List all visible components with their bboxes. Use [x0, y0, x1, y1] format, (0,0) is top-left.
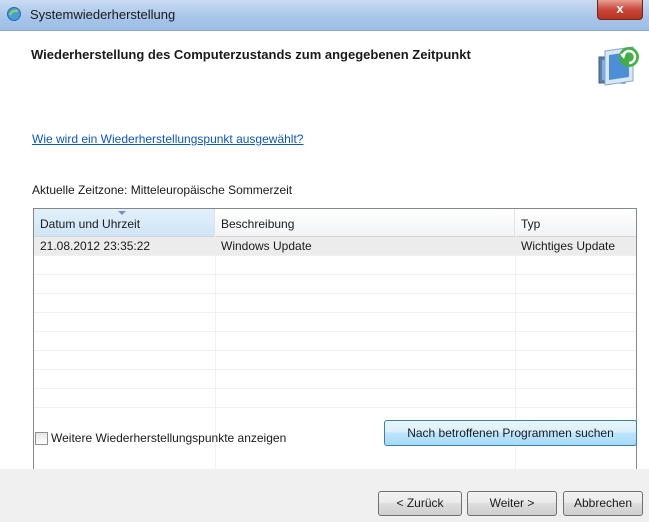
empty-row — [34, 351, 636, 370]
cancel-button[interactable]: Abbrechen — [563, 491, 643, 516]
cell-date: 21.08.2012 23:35:22 — [40, 239, 151, 253]
system-restore-app-icon — [7, 7, 21, 21]
table-header: Datum und Uhrzeit Beschreibung Typ — [34, 209, 636, 237]
column-header-type-label: Typ — [521, 217, 541, 231]
column-header-date[interactable]: Datum und Uhrzeit — [34, 209, 215, 236]
title-bar[interactable]: Systemwiederherstellung x — [0, 0, 649, 31]
footer-bar: < Zurück Weiter > Abbrechen — [0, 469, 649, 522]
timezone-label: Aktuelle Zeitzone: Mitteleuropäische Som… — [32, 183, 293, 197]
next-button[interactable]: Weiter > — [467, 491, 557, 516]
search-affected-programs-button[interactable]: Nach betroffenen Programmen suchen — [384, 420, 637, 446]
system-restore-icon — [598, 46, 639, 86]
empty-row — [34, 313, 636, 332]
column-header-description[interactable]: Beschreibung — [215, 209, 515, 236]
column-header-date-label: Datum und Uhrzeit — [40, 217, 141, 231]
content-panel: Wie wird ein Wiederherstellungspunkt aus… — [0, 101, 649, 508]
table-row[interactable]: 21.08.2012 23:35:22 Windows Update Wicht… — [34, 237, 636, 256]
sort-arrow-icon — [118, 211, 126, 215]
help-link[interactable]: Wie wird ein Wiederherstellungspunkt aus… — [32, 132, 303, 146]
empty-row — [34, 370, 636, 389]
page-title: Wiederherstellung des Computerzustands z… — [31, 47, 471, 62]
back-button[interactable]: < Zurück — [378, 491, 462, 516]
cell-description: Windows Update — [221, 239, 312, 253]
show-more-label[interactable]: Weitere Wiederherstellungspunkte anzeige… — [51, 431, 286, 445]
cell-type: Wichtiges Update — [521, 239, 616, 253]
column-header-description-label: Beschreibung — [221, 217, 295, 231]
empty-row — [34, 294, 636, 313]
empty-row — [34, 275, 636, 294]
restore-points-table[interactable]: Datum und Uhrzeit Beschreibung Typ 21.08… — [33, 208, 637, 508]
column-header-type[interactable]: Typ — [515, 209, 636, 236]
empty-row — [34, 256, 636, 275]
close-button[interactable]: x — [597, 0, 643, 20]
empty-row — [34, 389, 636, 408]
show-more-checkbox[interactable] — [35, 432, 48, 445]
window-title: Systemwiederherstellung — [30, 7, 176, 22]
header-panel: Wiederherstellung des Computerzustands z… — [0, 31, 649, 101]
empty-row — [34, 332, 636, 351]
